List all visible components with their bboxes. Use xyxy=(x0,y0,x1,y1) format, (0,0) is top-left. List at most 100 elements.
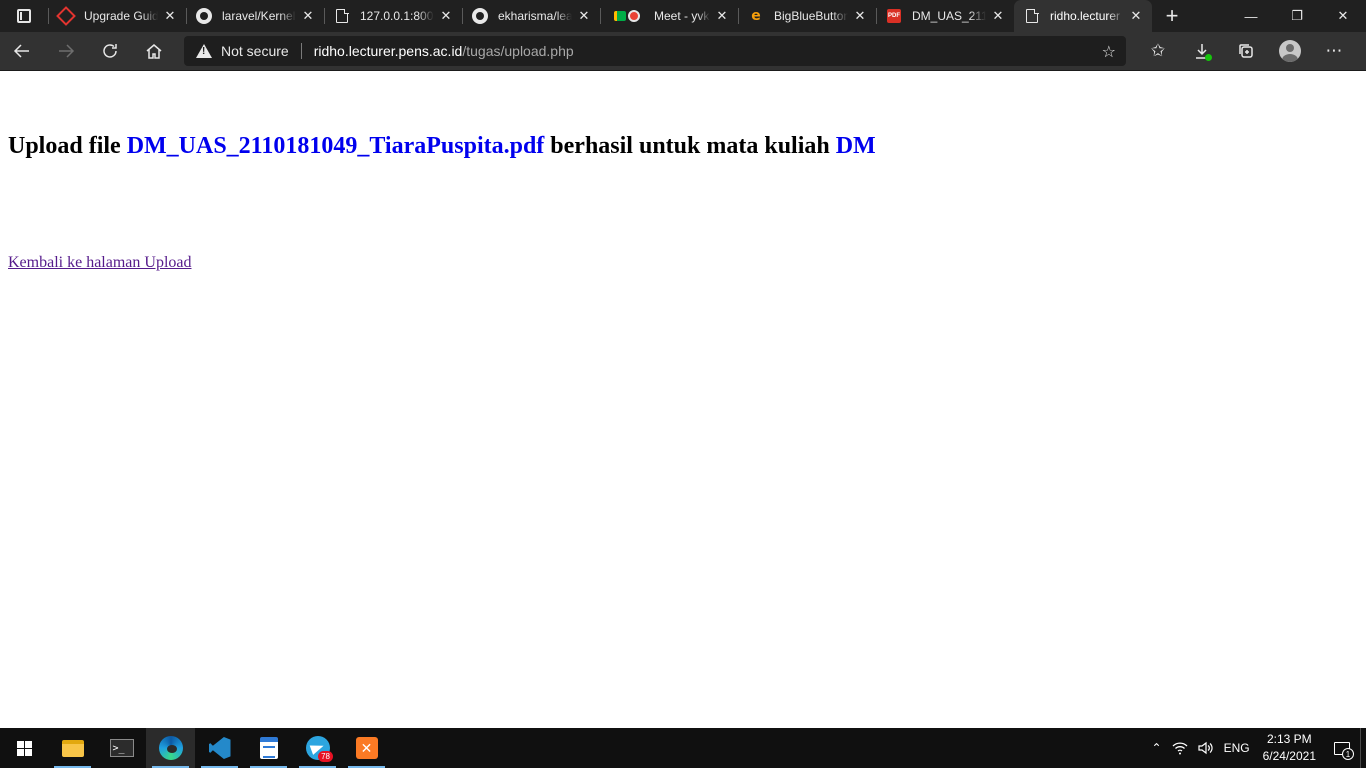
tab-ekharisma[interactable]: ekharisma/lea ✕ xyxy=(462,0,600,32)
notepad-button[interactable] xyxy=(244,728,293,768)
tab-title: 127.0.0.1:8000 xyxy=(360,9,434,23)
heading-middle: berhasil untuk mata kuliah xyxy=(544,133,836,159)
new-tab-button[interactable]: + xyxy=(1156,0,1188,32)
course-name: DM xyxy=(835,133,876,159)
tab-bigbluebutton[interactable]: e BigBlueButton ✕ xyxy=(738,0,876,32)
close-icon[interactable]: ✕ xyxy=(1128,8,1144,24)
tab-title: Meet - yvk xyxy=(654,9,710,23)
tab-ridho-lecturer[interactable]: ridho.lecturer ✕ xyxy=(1014,0,1152,32)
show-desktop-button[interactable] xyxy=(1360,728,1366,768)
close-icon[interactable]: ✕ xyxy=(714,8,730,24)
downloads-button[interactable] xyxy=(1180,35,1224,67)
toolbar-actions: ✩ ⋯ xyxy=(1136,35,1366,67)
close-icon[interactable]: ✕ xyxy=(162,8,178,24)
settings-menu-button[interactable]: ⋯ xyxy=(1312,35,1356,67)
close-icon[interactable]: ✕ xyxy=(852,8,868,24)
terminal-icon: >_ xyxy=(109,739,134,757)
page-icon xyxy=(1024,8,1040,24)
restore-button[interactable]: ❐ xyxy=(1274,0,1320,32)
github-icon xyxy=(472,8,488,24)
warning-icon[interactable] xyxy=(196,44,212,58)
avatar xyxy=(1279,40,1301,62)
home-button[interactable] xyxy=(132,35,176,67)
language-indicator[interactable]: ENG xyxy=(1219,728,1255,768)
volume-icon xyxy=(1197,741,1213,755)
favorites-icon: ✩ xyxy=(1150,41,1166,60)
notification-count: 1 xyxy=(1342,748,1354,760)
laravel-icon xyxy=(56,6,76,26)
back-to-upload-link[interactable]: Kembali ke halaman Upload xyxy=(8,254,192,272)
upload-result-heading: Upload file DM_UAS_2110181049_TiaraPuspi… xyxy=(8,133,876,160)
minimize-button[interactable]: — xyxy=(1228,0,1274,32)
tab-laravel-kernel[interactable]: laravel/Kernel ✕ xyxy=(186,0,324,32)
system-tray: ⌃ ENG 2:13 PM 6/24/2021 1 xyxy=(1147,728,1366,768)
start-button[interactable] xyxy=(0,728,48,768)
tab-title: Upgrade Guide xyxy=(84,9,158,23)
refresh-button[interactable] xyxy=(88,35,132,67)
folder-icon xyxy=(61,739,84,757)
tab-actions-menu-button[interactable] xyxy=(0,0,48,32)
collections-button[interactable] xyxy=(1224,35,1268,67)
close-icon[interactable]: ✕ xyxy=(990,8,1006,24)
notepad-icon xyxy=(259,737,278,759)
edge-button[interactable] xyxy=(146,728,195,768)
volume-button[interactable] xyxy=(1193,728,1219,768)
action-center-button[interactable]: 1 xyxy=(1324,728,1360,768)
collections-icon xyxy=(1239,44,1253,58)
uploaded-file-name: DM_UAS_2110181049_TiaraPuspita.pdf xyxy=(126,133,545,159)
close-icon[interactable]: ✕ xyxy=(438,8,454,24)
refresh-icon xyxy=(103,44,117,58)
show-hidden-icons-button[interactable]: ⌃ xyxy=(1147,728,1167,768)
terminal-button[interactable]: >_ xyxy=(97,728,146,768)
favorites-button[interactable]: ✩ xyxy=(1136,35,1180,67)
tab-meet[interactable]: Meet - yvk ✕ xyxy=(600,0,738,32)
divider xyxy=(300,43,302,59)
tab-title: ridho.lecturer xyxy=(1050,9,1121,23)
url-path[interactable]: /tugas/upload.php xyxy=(462,43,573,59)
heading-prefix: Upload file xyxy=(8,133,127,159)
page-icon xyxy=(334,8,350,24)
url-host[interactable]: ridho.lecturer.pens.ac.id xyxy=(314,43,463,59)
clock-date: 6/24/2021 xyxy=(1262,749,1316,763)
tab-pdf[interactable]: PDF DM_UAS_211 ✕ xyxy=(876,0,1014,32)
back-button[interactable] xyxy=(0,35,44,67)
more-icon: ⋯ xyxy=(1325,41,1343,60)
github-icon xyxy=(196,8,212,24)
home-icon xyxy=(146,44,162,59)
tab-title: BigBlueButton xyxy=(774,9,848,23)
tab-title: ekharisma/lea xyxy=(498,9,572,23)
tab-localhost[interactable]: 127.0.0.1:8000 ✕ xyxy=(324,0,462,32)
window-controls: — ❐ ✕ xyxy=(1228,0,1366,32)
file-explorer-button[interactable] xyxy=(48,728,97,768)
chevron-up-icon: ⌃ xyxy=(1151,741,1162,755)
profile-button[interactable] xyxy=(1268,35,1312,67)
xampp-button[interactable]: ✕ xyxy=(342,728,391,768)
network-button[interactable] xyxy=(1167,728,1193,768)
vscode-icon xyxy=(208,737,231,759)
xampp-icon: ✕ xyxy=(355,737,378,759)
clock[interactable]: 2:13 PM 6/24/2021 xyxy=(1255,731,1324,765)
edge-icon xyxy=(158,736,183,760)
pdf-icon: PDF xyxy=(886,8,902,24)
unread-badge: 78 xyxy=(318,751,333,762)
arrow-right-icon xyxy=(59,44,75,58)
taskbar: >_ 78 ✕ ⌃ ENG 2:13 PM 6/24/2021 1 xyxy=(0,728,1366,768)
add-favorite-icon[interactable]: ☆ xyxy=(1102,42,1116,62)
vscode-button[interactable] xyxy=(195,728,244,768)
tab-title: laravel/Kernel xyxy=(222,9,296,23)
page-content: Upload file DM_UAS_2110181049_TiaraPuspi… xyxy=(0,72,1366,728)
security-label[interactable]: Not secure xyxy=(221,43,289,59)
clock-time: 2:13 PM xyxy=(1266,732,1312,746)
tab-upgrade-guide[interactable]: Upgrade Guide ✕ xyxy=(48,0,186,32)
download-complete-icon xyxy=(1205,54,1212,61)
address-bar[interactable]: Not secure ridho.lecturer.pens.ac.id/tug… xyxy=(184,36,1126,66)
google-meet-icon xyxy=(610,8,644,24)
telegram-button[interactable]: 78 xyxy=(293,728,342,768)
tab-strip: Upgrade Guide ✕ laravel/Kernel ✕ 127.0.0… xyxy=(0,0,1366,32)
arrow-left-icon xyxy=(13,44,29,58)
close-icon[interactable]: ✕ xyxy=(576,8,592,24)
close-icon[interactable]: ✕ xyxy=(300,8,316,24)
windows-icon xyxy=(16,740,32,756)
close-window-button[interactable]: ✕ xyxy=(1320,0,1366,32)
forward-button[interactable] xyxy=(44,35,88,67)
